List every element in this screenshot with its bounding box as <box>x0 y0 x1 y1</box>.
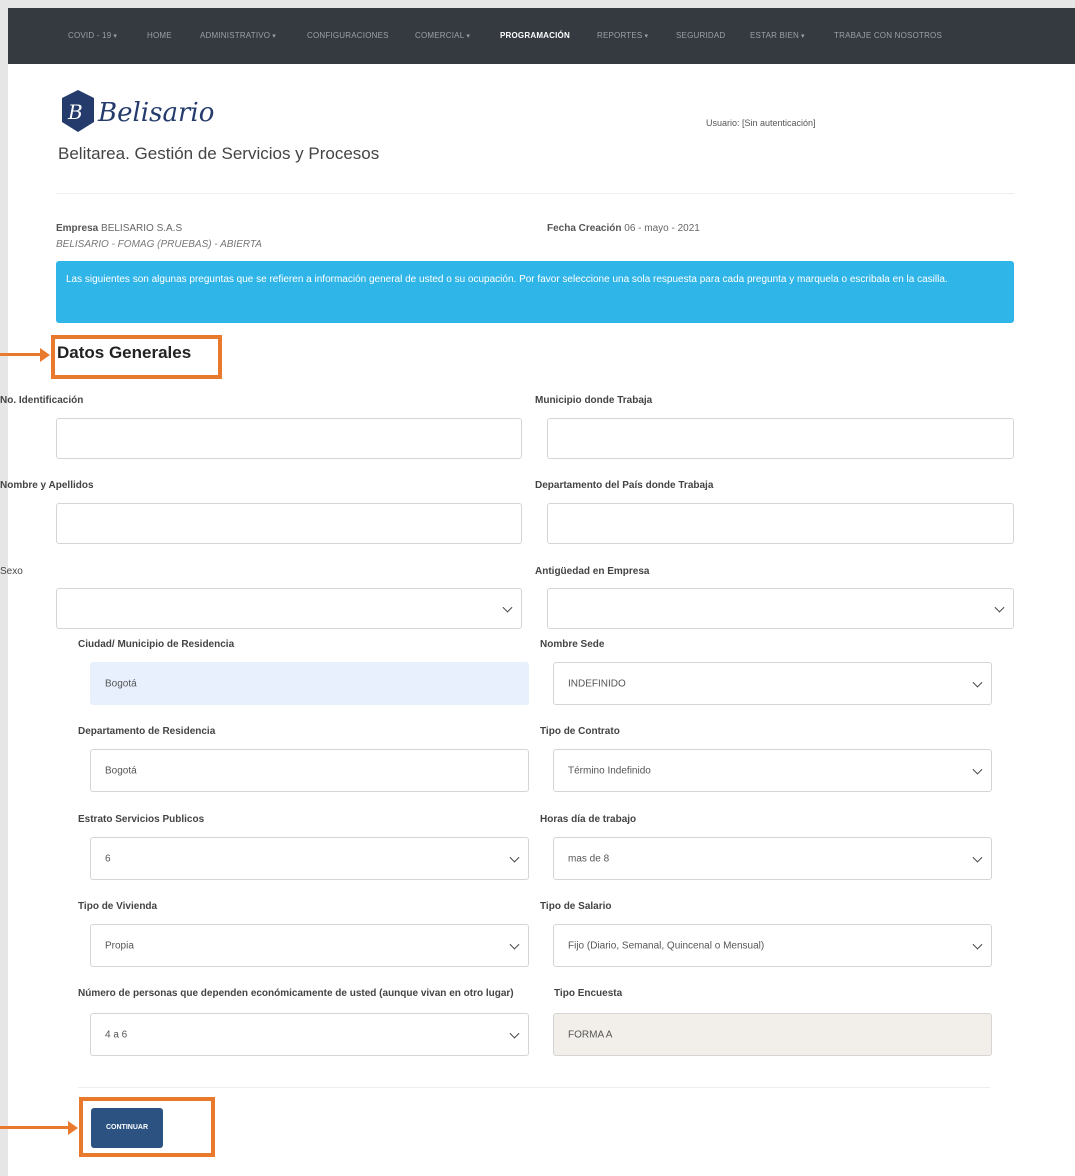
tipo-contrato-select[interactable]: Término Indefinido <box>553 749 992 792</box>
label-tipo-contrato: Tipo de Contrato <box>540 726 620 737</box>
antiguedad-select[interactable] <box>547 588 1014 629</box>
label-sexo: Sexo <box>0 566 23 577</box>
chevron-down-icon <box>509 1028 520 1039</box>
belisario-logo: B Belisario <box>60 88 230 134</box>
chevron-down-icon <box>509 939 520 950</box>
tipo-encuesta-input: FORMA A <box>553 1013 992 1056</box>
chevron-down-icon <box>502 602 513 613</box>
label-no-identificacion: No. Identificación <box>0 395 84 406</box>
user-status: Usuario: [Sin autenticación] <box>706 118 816 128</box>
divider <box>78 1087 990 1088</box>
nav-seguridad[interactable]: SEGURIDAD <box>676 8 725 64</box>
label-personas-dependen: Número de personas que dependen económic… <box>78 988 514 999</box>
label-nombre-sede: Nombre Sede <box>540 639 605 650</box>
ciudad-residencia-input[interactable]: Bogotá <box>90 662 529 705</box>
no-identificacion-input[interactable] <box>56 418 522 459</box>
label-departamento-residencia: Departamento de Residencia <box>78 726 216 737</box>
divider <box>56 193 1014 194</box>
nav-trabaje-con-nosotros[interactable]: TRABAJE CON NOSOTROS <box>834 8 942 64</box>
estrato-select[interactable]: 6 <box>90 837 529 880</box>
sexo-select[interactable] <box>56 588 522 629</box>
highlight-box <box>79 1097 215 1157</box>
nav-comercial[interactable]: COMERCIAL ▾ <box>415 8 470 64</box>
nav-reportes[interactable]: REPORTES ▾ <box>597 8 648 64</box>
label-tipo-salario: Tipo de Salario <box>540 901 612 912</box>
annotation-arrow <box>0 353 42 356</box>
arrow-head-icon <box>68 1121 78 1135</box>
label-antiguedad: Antigüedad en Empresa <box>535 566 650 577</box>
nav-administrativo[interactable]: ADMINISTRATIVO ▾ <box>200 8 276 64</box>
chevron-down-icon <box>972 939 983 950</box>
label-tipo-encuesta: Tipo Encuesta <box>554 988 623 999</box>
chevron-down-icon <box>972 677 983 688</box>
caret-down-icon: ▾ <box>644 33 649 40</box>
label-tipo-vivienda: Tipo de Vivienda <box>78 901 158 912</box>
highlight-box <box>51 335 222 379</box>
nav-programacion[interactable]: PROGRAMACIÓN <box>500 8 570 64</box>
departamento-trabaja-input[interactable] <box>547 503 1014 544</box>
info-alert: Las siguientes son algunas preguntas que… <box>56 261 1014 323</box>
app-subtitle: Belitarea. Gestión de Servicios y Proces… <box>58 144 380 163</box>
caret-down-icon: ▾ <box>466 33 471 40</box>
chevron-down-icon <box>509 852 520 863</box>
caret-down-icon: ▾ <box>800 33 805 40</box>
nav-home[interactable]: HOME <box>147 8 172 64</box>
nombre-input[interactable] <box>56 503 522 544</box>
label-departamento-trabaja: Departamento del País donde Trabaja <box>535 480 714 491</box>
top-navbar: COVID - 19 ▾ HOME ADMINISTRATIVO ▾ CONFIGU… <box>8 8 1075 64</box>
chevron-down-icon <box>994 602 1005 613</box>
label-ciudad-residencia: Ciudad/ Municipio de Residencia <box>78 639 235 650</box>
nombre-sede-select[interactable]: INDEFINIDO <box>553 662 992 705</box>
label-nombre: Nombre y Apellidos <box>0 480 94 491</box>
svg-text:B: B <box>67 100 83 124</box>
caret-down-icon: ▾ <box>272 33 276 40</box>
tipo-salario-select[interactable]: Fijo (Diario, Semanal, Quincenal o Mensu… <box>553 924 992 967</box>
personas-dependen-select[interactable]: 4 a 6 <box>90 1013 529 1056</box>
municipio-trabaja-input[interactable] <box>547 418 1014 459</box>
nav-configuraciones[interactable]: CONFIGURACIONES <box>307 8 389 64</box>
caret-down-icon: ▾ <box>113 33 118 40</box>
label-horas-dia: Horas día de trabajo <box>540 814 637 825</box>
empresa-info: Empresa BELISARIO S.A.S <box>56 223 183 234</box>
nav-estar-bien[interactable]: ESTAR BIEN ▾ <box>750 8 805 64</box>
fecha-creacion: Fecha Creación 06 - mayo - 2021 <box>547 223 700 234</box>
annotation-arrow <box>0 1126 70 1129</box>
label-estrato: Estrato Servicios Publicos <box>78 814 205 825</box>
arrow-head-icon <box>40 348 50 362</box>
tipo-vivienda-select[interactable]: Propia <box>90 924 529 967</box>
empresa-subinfo: BELISARIO - FOMAG (PRUEBAS) - ABIERTA <box>56 239 262 250</box>
svg-text:Belisario: Belisario <box>97 98 214 128</box>
nav-covid[interactable]: COVID - 19 ▾ <box>68 8 117 64</box>
label-municipio-trabaja: Municipio donde Trabaja <box>535 395 653 406</box>
chevron-down-icon <box>972 852 983 863</box>
chevron-down-icon <box>972 764 983 775</box>
horas-dia-select[interactable]: mas de 8 <box>553 837 992 880</box>
departamento-residencia-input[interactable]: Bogotá <box>90 749 529 792</box>
